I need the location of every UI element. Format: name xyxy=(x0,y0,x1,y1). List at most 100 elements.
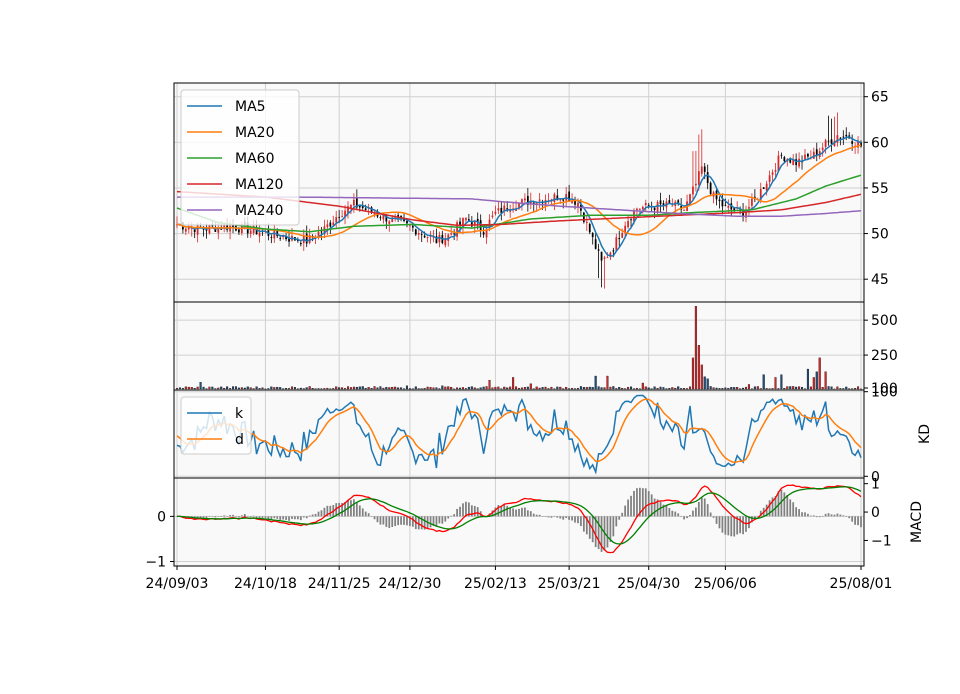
macd-hist-bar xyxy=(324,508,326,517)
macd-hist-bar xyxy=(819,516,821,517)
price-ytick: 50 xyxy=(871,227,889,243)
volume-bar xyxy=(548,388,550,389)
legend-label: d xyxy=(235,432,244,448)
candle-body xyxy=(645,203,647,205)
macd-hist-bar xyxy=(630,496,632,517)
macd-hist-bar xyxy=(716,516,718,524)
macd-hist-bar xyxy=(556,516,558,517)
candle-body xyxy=(524,198,526,200)
volume-bar xyxy=(689,387,691,389)
candle-body xyxy=(789,160,791,163)
candle-body xyxy=(559,200,561,201)
macd-hist-bar xyxy=(545,516,547,517)
candle-body xyxy=(719,200,721,201)
macd-hist-bar xyxy=(804,512,806,516)
volume-bar xyxy=(683,388,685,389)
macd-hist-bar xyxy=(453,514,455,516)
volume-bar xyxy=(677,387,679,389)
macd-hist-bar xyxy=(548,516,550,517)
candle-body xyxy=(763,187,765,189)
macd-hist-bar xyxy=(238,516,240,517)
macd-hist-bar xyxy=(303,516,305,517)
volume-bar xyxy=(291,387,293,389)
macd-hist-bar xyxy=(837,514,839,517)
macd-hist-bar xyxy=(742,516,744,534)
candle-body xyxy=(453,233,455,234)
macd-hist-bar xyxy=(447,516,449,518)
candle-body xyxy=(722,200,724,206)
macd-hist-bar xyxy=(273,516,275,518)
volume-bar xyxy=(486,386,488,389)
macd-hist-bar xyxy=(385,516,387,527)
volume-bar xyxy=(778,388,780,389)
macd-hist-bar xyxy=(211,516,213,517)
macd-hist-bar xyxy=(226,516,228,517)
volume-bar xyxy=(232,387,234,389)
candle-body xyxy=(698,171,700,185)
macd-hist-bar xyxy=(583,516,585,531)
volume-bar xyxy=(583,387,585,389)
macd-hist-bar xyxy=(834,515,836,517)
volume-bar xyxy=(660,387,662,389)
macd-hist-bar xyxy=(822,516,824,517)
x-tick-label: 25/04/30 xyxy=(617,576,680,592)
volume-bar xyxy=(209,387,211,389)
macd-hist-bar xyxy=(279,516,281,520)
candle-body xyxy=(418,233,420,235)
volume-bar xyxy=(182,388,184,389)
macd-hist-bar xyxy=(474,506,476,516)
macd-hist-bar xyxy=(674,512,676,517)
macd-hist-bar xyxy=(680,516,682,517)
candle-body xyxy=(618,238,620,239)
candle-body xyxy=(642,207,644,209)
macd-hist-bar xyxy=(406,516,408,525)
volume-bar xyxy=(786,387,788,389)
volume-bar xyxy=(521,388,523,389)
macd-hist-bar xyxy=(689,515,691,516)
macd-hist-bar xyxy=(371,516,373,517)
candle-body xyxy=(338,217,340,218)
stock-chart: 455055606525050010001000−110−124/09/0324… xyxy=(0,0,960,690)
volume-bar xyxy=(365,388,367,389)
macd-hist-bar xyxy=(436,516,438,526)
volume-bar xyxy=(503,387,505,389)
macd-hist-bar xyxy=(719,516,721,528)
volume-bar xyxy=(686,388,688,389)
volume-ytick: 250 xyxy=(871,348,898,364)
volume-bar xyxy=(822,387,824,389)
macd-hist-bar xyxy=(359,505,361,516)
macd-hist-bar xyxy=(851,516,853,521)
volume-bar xyxy=(312,388,314,389)
volume-bar xyxy=(450,387,452,389)
volume-bar xyxy=(710,386,712,389)
macd-hist-bar xyxy=(291,516,293,519)
volume-bar xyxy=(556,387,558,389)
volume-bar xyxy=(483,387,485,389)
macd-hist-bar xyxy=(377,516,379,522)
volume-bar xyxy=(742,388,744,389)
volume-bar xyxy=(807,369,809,389)
volume-bar xyxy=(845,387,847,389)
volume-bar xyxy=(559,387,561,389)
volume-bar xyxy=(615,388,617,389)
macd-hist-bar xyxy=(733,516,735,536)
macd-hist-bar xyxy=(831,514,833,516)
candle-body xyxy=(775,170,777,172)
macd-hist-bar xyxy=(391,516,393,527)
volume-bar xyxy=(273,387,275,389)
macd-hist-bar xyxy=(506,506,508,516)
candle-body xyxy=(459,222,461,225)
volume-bar xyxy=(288,388,290,389)
candle-body xyxy=(406,221,408,223)
macd-hist-bar xyxy=(798,509,800,516)
candle-body xyxy=(842,137,844,138)
candle-body xyxy=(598,249,600,250)
macd-hist-bar xyxy=(521,508,523,517)
macd-hist-bar xyxy=(542,516,544,517)
macd-ylabel: MACD xyxy=(909,501,925,543)
volume-bar xyxy=(730,387,732,389)
candle-body xyxy=(279,238,281,239)
volume-bar xyxy=(781,375,783,389)
x-tick-label: 25/03/21 xyxy=(538,576,601,592)
macd-hist-bar xyxy=(223,515,225,516)
